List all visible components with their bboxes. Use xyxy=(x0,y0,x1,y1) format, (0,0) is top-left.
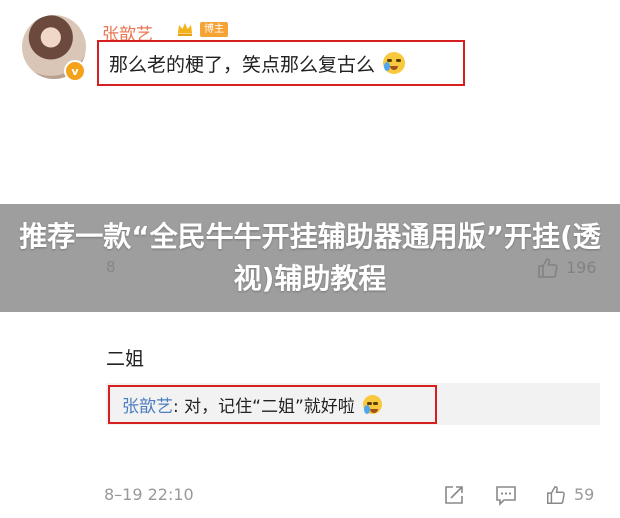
reply-time: 8–19 22:10 xyxy=(104,485,194,504)
sub-reply-username[interactable]: 张歆艺 xyxy=(122,392,173,417)
comment-highlight-box: 那么老的梗了，笑点那么复古么 xyxy=(97,40,465,86)
like-count: 59 xyxy=(574,485,595,504)
thumbs-up-icon[interactable] xyxy=(545,484,567,506)
verified-badge-icon: v xyxy=(64,60,86,82)
share-icon[interactable] xyxy=(443,484,465,506)
reply-text: 二姐 xyxy=(106,348,145,370)
sub-reply-text: : 对，记住“二姐”就好啦 xyxy=(173,397,355,417)
laugh-cry-emoji-icon xyxy=(383,52,406,74)
comment-text: 那么老的梗了，笑点那么复古么 xyxy=(109,53,376,76)
blogger-badge: 博主 xyxy=(200,22,228,37)
sub-reply-highlight-box: 张歆艺 : 对，记住“二姐”就好啦 xyxy=(108,385,437,424)
comment-icon[interactable] xyxy=(495,484,517,506)
crown-icon xyxy=(178,23,192,36)
laugh-cry-emoji-icon xyxy=(362,395,382,414)
banner-title: 推荐一款“全民牛牛开挂辅助器通用版”开挂(透视)辅助教程 xyxy=(19,220,601,295)
